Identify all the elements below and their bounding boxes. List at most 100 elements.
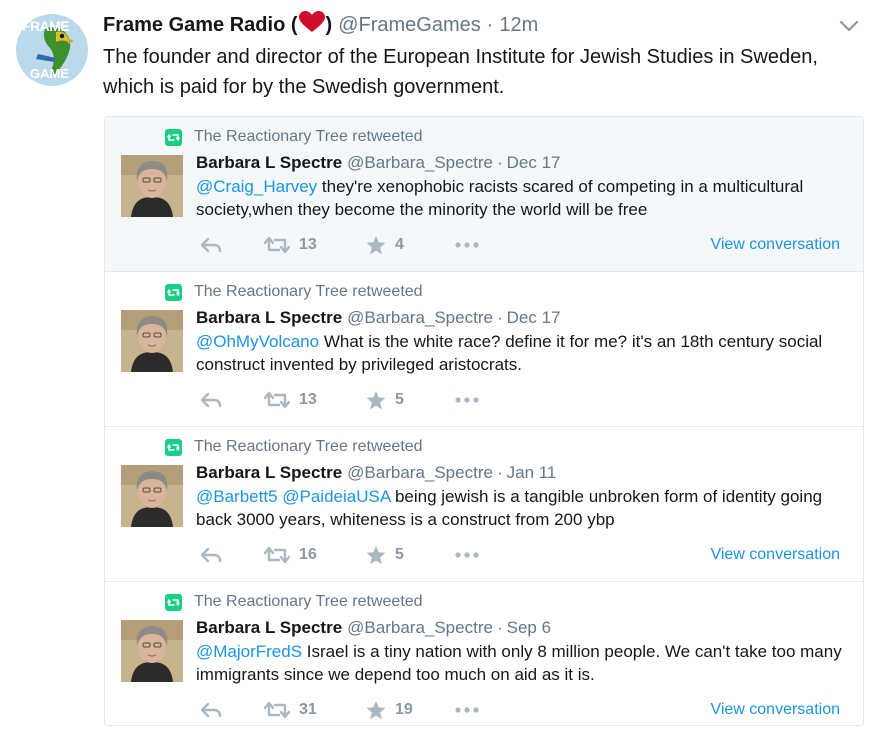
tweet-byline: Barbara L Spectre @Barbara_Spectre · Dec 17	[196, 153, 560, 173]
avatar-text-game: GAME	[30, 66, 69, 81]
more-options-button[interactable]	[454, 543, 480, 567]
retweet-count: 16	[299, 546, 317, 563]
timeline-card[interactable]: The Reactionary Tree retweeted Barbara L…	[105, 582, 863, 725]
user-name[interactable]: Barbara L Spectre	[196, 618, 342, 637]
view-conversation-link[interactable]: View conversation	[710, 233, 840, 257]
reply-button[interactable]	[200, 543, 222, 567]
tweet-date[interactable]: Dec 17	[507, 153, 561, 172]
heart-icon	[298, 11, 325, 39]
more-dots-icon	[455, 397, 479, 403]
user-handle[interactable]: @Barbara_Spectre	[347, 308, 493, 327]
tweet-byline: Barbara L Spectre @Barbara_Spectre · Jan 11	[196, 463, 556, 483]
separator-dot: ·	[496, 308, 503, 327]
avatar-text-frame: FRAME	[22, 18, 70, 34]
tweet-timestamp[interactable]: 12m	[499, 14, 538, 37]
chevron-down-icon[interactable]	[838, 15, 860, 37]
separator-dot: ·	[496, 153, 503, 172]
retweeted-by-label[interactable]: The Reactionary Tree retweeted	[194, 593, 423, 611]
more-dots-icon	[455, 707, 479, 713]
like-button[interactable]: 19	[366, 698, 413, 722]
reply-button[interactable]	[200, 388, 222, 412]
mention-link[interactable]: @OhMyVolcano	[196, 332, 319, 351]
tweet-text: The founder and director of the European…	[103, 46, 818, 98]
tweet-actions: 13 4 View conversation	[196, 233, 856, 257]
retweet-icon	[264, 701, 290, 719]
user-handle[interactable]: @Barbara_Spectre	[347, 463, 493, 482]
tweet-date[interactable]: Dec 17	[507, 308, 561, 327]
timeline-card[interactable]: The Reactionary Tree retweeted Barbara L…	[105, 117, 863, 272]
retweet-count: 31	[299, 701, 317, 718]
retweet-context: The Reactionary Tree retweeted	[165, 282, 423, 302]
author-name[interactable]: Frame Game Radio (	[103, 14, 298, 37]
more-dots-icon	[455, 552, 479, 558]
retweet-icon	[264, 236, 290, 254]
reply-icon	[200, 392, 222, 408]
more-options-button[interactable]	[454, 233, 480, 257]
mention-link[interactable]: @Barbett5 @PaideiaUSA	[196, 487, 390, 506]
retweet-button[interactable]: 13	[264, 388, 317, 412]
embedded-timeline: The Reactionary Tree retweeted Barbara L…	[104, 116, 864, 726]
avatar[interactable]	[121, 620, 183, 682]
user-handle[interactable]: @Barbara_Spectre	[347, 153, 493, 172]
like-button[interactable]: 4	[366, 233, 404, 257]
retweet-icon	[165, 128, 182, 146]
avatar[interactable]	[121, 465, 183, 527]
reply-button[interactable]	[200, 698, 222, 722]
retweet-count: 13	[299, 236, 317, 253]
user-name[interactable]: Barbara L Spectre	[196, 463, 342, 482]
retweet-icon	[165, 593, 182, 611]
user-handle[interactable]: @Barbara_Spectre	[347, 618, 493, 637]
star-icon	[366, 700, 386, 719]
more-options-button[interactable]	[454, 388, 480, 412]
retweet-icon	[264, 391, 290, 409]
like-count: 5	[395, 391, 404, 408]
tweet-date[interactable]: Jan 11	[507, 463, 557, 482]
retweeted-by-label[interactable]: The Reactionary Tree retweeted	[194, 438, 423, 456]
profile-avatar[interactable]: FRAME GAME	[16, 14, 88, 86]
avatar[interactable]	[121, 310, 183, 372]
reply-button[interactable]	[200, 233, 222, 257]
more-options-button[interactable]	[454, 698, 480, 722]
retweet-context: The Reactionary Tree retweeted	[165, 437, 423, 457]
separator-dot: ·	[496, 618, 503, 637]
reply-icon	[200, 237, 222, 253]
tweet-actions: 13 5	[196, 388, 856, 412]
timeline-card[interactable]: The Reactionary Tree retweeted Barbara L…	[105, 427, 863, 582]
tweet-byline: Barbara L Spectre @Barbara_Spectre · Dec 17	[196, 308, 560, 328]
like-button[interactable]: 5	[366, 543, 404, 567]
star-icon	[366, 235, 386, 254]
mention-link[interactable]: @MajorFredS	[196, 642, 302, 661]
retweet-button[interactable]: 16	[264, 543, 317, 567]
separator-dot: ·	[496, 463, 503, 482]
more-dots-icon	[455, 242, 479, 248]
user-name[interactable]: Barbara L Spectre	[196, 308, 342, 327]
star-icon	[366, 545, 386, 564]
star-icon	[366, 390, 386, 409]
retweeted-by-label[interactable]: The Reactionary Tree retweeted	[194, 283, 423, 301]
author-handle[interactable]: @FrameGames	[338, 14, 481, 37]
timeline-card[interactable]: The Reactionary Tree retweeted Barbara L…	[105, 272, 863, 427]
user-name[interactable]: Barbara L Spectre	[196, 153, 342, 172]
tweet-header: Frame Game Radio ( ) @FrameGames · 12m	[103, 11, 538, 39]
like-button[interactable]: 5	[366, 388, 404, 412]
like-count: 19	[395, 701, 413, 718]
avatar[interactable]	[121, 155, 183, 217]
view-conversation-link[interactable]: View conversation	[710, 543, 840, 567]
retweeted-by-label[interactable]: The Reactionary Tree retweeted	[194, 128, 423, 146]
author-name-close: )	[325, 13, 333, 36]
tweet-body: @MajorFredS Israel is a tiny nation with…	[196, 640, 856, 686]
retweet-context: The Reactionary Tree retweeted	[165, 592, 423, 612]
view-conversation-link[interactable]: View conversation	[710, 698, 840, 722]
retweet-button[interactable]: 13	[264, 233, 317, 257]
retweet-icon	[165, 438, 182, 456]
mention-link[interactable]: @Craig_Harvey	[196, 177, 317, 196]
like-count: 5	[395, 546, 404, 563]
reply-icon	[200, 547, 222, 563]
retweet-button[interactable]: 31	[264, 698, 317, 722]
tweet-body: @OhMyVolcano What is the white race? def…	[196, 330, 856, 376]
tweet-body: @Barbett5 @PaideiaUSA being jewish is a …	[196, 485, 856, 531]
retweet-icon	[264, 546, 290, 564]
tweet-actions: 16 5 View conversation	[196, 543, 856, 567]
tweet-date[interactable]: Sep 6	[507, 618, 551, 637]
retweet-count: 13	[299, 391, 317, 408]
